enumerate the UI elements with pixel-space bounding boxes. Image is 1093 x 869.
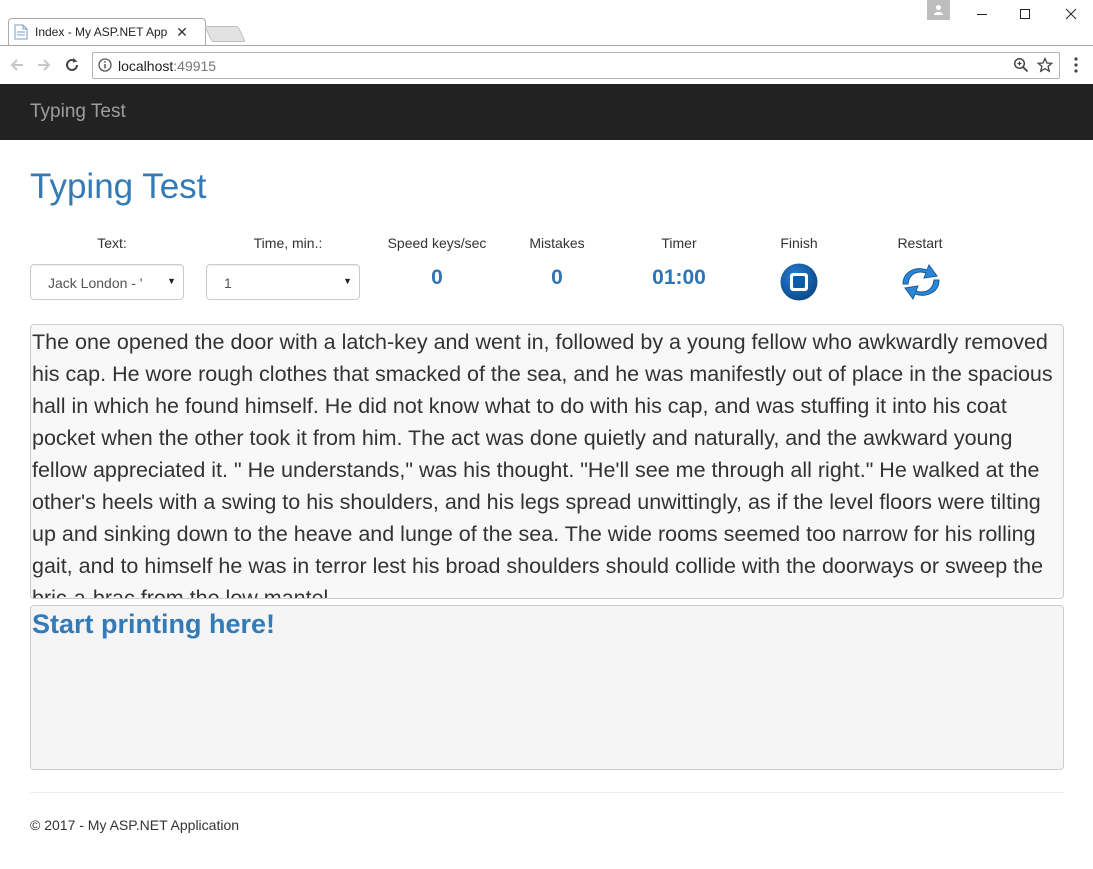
back-arrow-icon[interactable]	[8, 56, 26, 74]
speed-value: 0	[431, 266, 443, 289]
mistakes-label: Mistakes	[529, 235, 585, 251]
text-label: Text:	[97, 235, 127, 251]
address-bar[interactable]: localhost:49915	[92, 52, 1060, 79]
mistakes-value: 0	[551, 266, 563, 289]
close-window-icon[interactable]	[1049, 0, 1093, 28]
chevron-down-icon: ▼	[167, 276, 176, 286]
browser-menu-icon[interactable]	[1068, 56, 1084, 74]
forward-arrow-icon[interactable]	[35, 56, 53, 74]
timer-value: 01:00	[652, 266, 706, 289]
time-select[interactable]: 1 ▼	[206, 264, 360, 300]
new-tab-button[interactable]	[204, 26, 246, 42]
chevron-down-icon: ▼	[343, 276, 352, 286]
page-icon	[14, 24, 28, 40]
tab-close-icon[interactable]: ✕	[173, 24, 191, 41]
minimize-icon[interactable]	[960, 0, 1004, 28]
browser-toolbar: localhost:49915	[0, 45, 1093, 84]
text-select-value: Jack London - '	[48, 275, 143, 291]
passage-text: The one opened the door with a latch-key…	[30, 324, 1064, 599]
user-profile-icon[interactable]	[927, 0, 950, 20]
tab-title: Index - My ASP.NET Appli	[35, 25, 167, 39]
text-select[interactable]: Jack London - ' ▼	[30, 264, 184, 300]
typing-input[interactable]: Start printing here!	[30, 605, 1064, 770]
typing-prompt: Start printing here!	[32, 609, 276, 639]
stop-icon[interactable]	[779, 262, 819, 302]
browser-tab-content[interactable]: Index - My ASP.NET Appli ✕	[12, 18, 198, 46]
time-select-value: 1	[224, 275, 232, 291]
finish-label: Finish	[780, 235, 818, 251]
maximize-icon[interactable]	[1003, 0, 1047, 28]
time-label: Time, min.:	[253, 235, 323, 251]
info-icon[interactable]	[98, 58, 112, 72]
navbar-brand[interactable]: Typing Test	[30, 101, 126, 123]
footer-copyright: © 2017 - My ASP.NET Application	[30, 817, 240, 833]
site-navbar: Typing Test	[0, 84, 1093, 140]
browser-titlebar: Index - My ASP.NET Appli ✕	[0, 0, 1093, 46]
timer-label: Timer	[661, 235, 697, 251]
refresh-icon[interactable]	[897, 262, 945, 302]
footer-divider	[30, 792, 1064, 793]
zoom-icon[interactable]	[1013, 57, 1029, 73]
bookmark-star-icon[interactable]	[1037, 57, 1053, 73]
speed-label: Speed keys/sec	[387, 235, 487, 251]
reload-icon[interactable]	[63, 56, 81, 74]
restart-label: Restart	[897, 235, 943, 251]
url-text: localhost:49915	[118, 58, 217, 74]
page-title: Typing Test	[30, 167, 207, 206]
